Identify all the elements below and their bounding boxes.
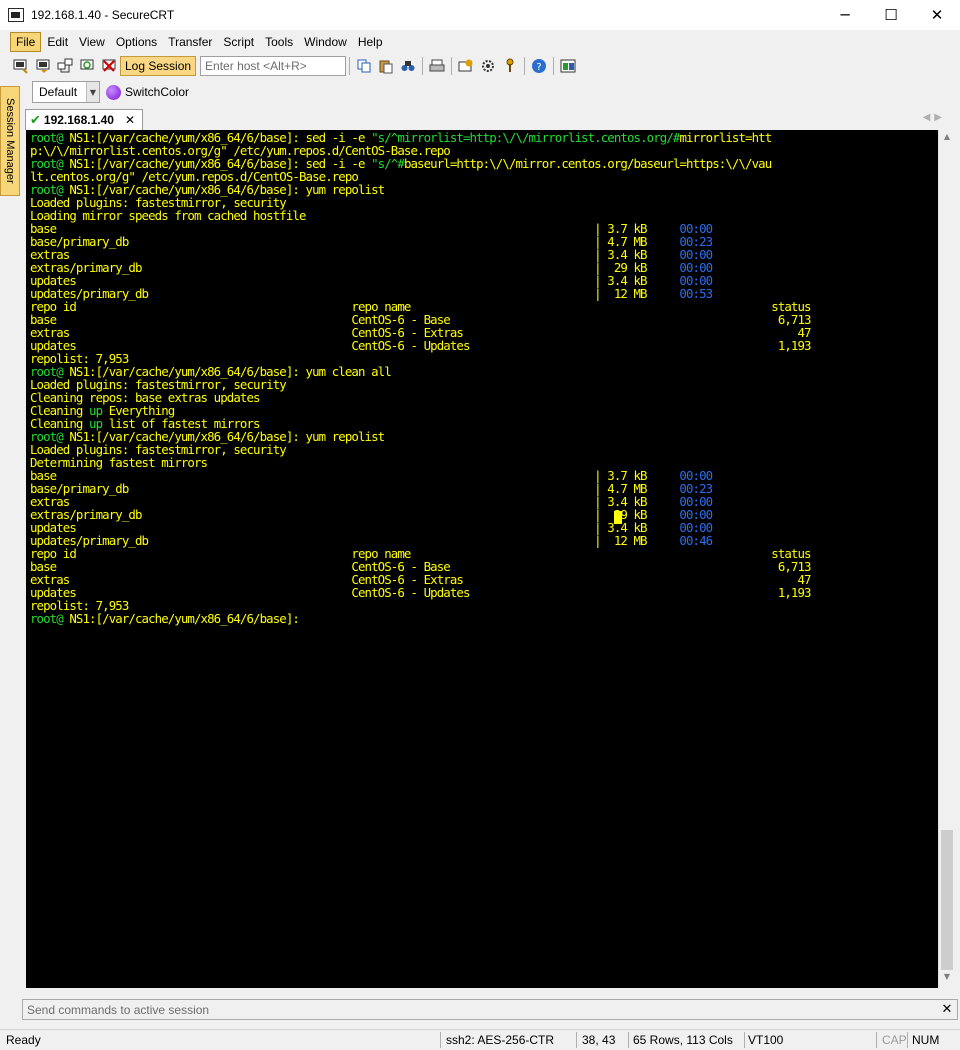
send-commands-input[interactable]: [23, 1000, 937, 1019]
status-divider: [744, 1032, 745, 1048]
window-title: 192.168.1.40 - SecureCRT: [31, 8, 175, 22]
session-options-icon[interactable]: [457, 57, 475, 75]
tab-scroll-arrows-icon[interactable]: ◀▶: [923, 112, 946, 123]
session-manager-label: Session Manager: [4, 98, 16, 184]
status-cursor-position: 38, 43: [582, 1033, 616, 1047]
status-divider: [576, 1032, 577, 1048]
securecrt-app-icon: [8, 8, 24, 22]
main-toolbar: Log Session ?: [0, 53, 960, 79]
reconnect-icon[interactable]: [78, 57, 96, 75]
terminal-line: root@ NS1:[/var/cache/yum/x86_64/6/base]…: [30, 612, 811, 625]
toolbar-separator: [451, 57, 453, 75]
disconnect-icon[interactable]: [100, 57, 118, 75]
button-bar-select-value: Default: [39, 85, 78, 99]
toolbar-separator: [524, 57, 526, 75]
tab-label: 192.168.1.40: [43, 113, 114, 127]
status-num-lock: NUM: [912, 1033, 940, 1047]
securecrt-window: 192.168.1.40 - SecureCRT ─ ☐ ✕ File Edit…: [0, 0, 960, 1050]
menu-file[interactable]: File: [10, 31, 42, 52]
terminal-text-segment: updates CentOS-6 - Updates 1,193: [30, 338, 812, 353]
button-bar-select[interactable]: Default ▼: [32, 81, 100, 103]
menu-edit[interactable]: Edit: [42, 33, 73, 51]
terminal-text-segment: mirrorlist=htt: [679, 130, 772, 145]
toolbar-separator: [349, 57, 351, 75]
help-icon[interactable]: ?: [530, 57, 548, 75]
find-icon[interactable]: [399, 57, 417, 75]
connected-check-icon: ✔: [30, 112, 41, 128]
menu-bar: File Edit View Options Transfer Script T…: [0, 30, 960, 53]
switchcolor-label: SwitchColor: [125, 85, 190, 99]
copy-icon[interactable]: [355, 57, 373, 75]
toolbar-separator: [422, 57, 424, 75]
menu-options[interactable]: Options: [111, 33, 162, 51]
keymap-icon[interactable]: [501, 57, 519, 75]
purple-circle-icon: [106, 84, 121, 100]
status-divider: [628, 1032, 629, 1048]
command-window-close-icon[interactable]: ✕: [937, 1002, 957, 1017]
session-manager-tab[interactable]: Session Manager: [0, 86, 20, 196]
chevron-down-icon[interactable]: ▼: [86, 82, 99, 102]
status-terminal-size: 65 Rows, 113 Cols: [633, 1033, 733, 1047]
terminal-text-segment: NS1:[/var/cache/yum/x86_64/6/base]:: [69, 611, 299, 626]
menu-script[interactable]: Script: [218, 33, 259, 51]
terminal-text-segment: "s/^#: [371, 156, 405, 171]
scroll-down-icon[interactable]: ▼: [939, 972, 955, 986]
tab-close-icon[interactable]: ✕: [125, 113, 135, 127]
title-bar: 192.168.1.40 - SecureCRT ─ ☐ ✕: [0, 0, 960, 30]
status-cipher: ssh2: AES-256-CTR: [446, 1033, 555, 1047]
connect-icon[interactable]: [12, 57, 30, 75]
terminal-text-segment: updates CentOS-6 - Updates 1,193: [30, 585, 812, 600]
connect-in-tab-icon[interactable]: [56, 57, 74, 75]
terminal-screen[interactable]: root@ NS1:[/var/cache/yum/x86_64/6/base]…: [26, 130, 938, 988]
minimize-button[interactable]: ─: [822, 0, 868, 30]
status-ready: Ready: [6, 1033, 41, 1047]
terminal-line: updates CentOS-6 - Updates 1,193: [30, 338, 812, 353]
status-divider: [876, 1032, 877, 1048]
terminal-text-segment: baseurl=http:\/\/mirror.centos.org/baseu…: [403, 156, 772, 171]
menu-view[interactable]: View: [74, 33, 110, 51]
window-controls: ─ ☐ ✕: [822, 0, 960, 30]
log-session-button[interactable]: Log Session: [120, 56, 197, 76]
global-options-icon[interactable]: [479, 57, 497, 75]
status-caps-lock: CAP: [882, 1033, 907, 1047]
scroll-up-icon[interactable]: ▲: [939, 132, 955, 146]
quick-connect-icon[interactable]: [34, 57, 52, 75]
terminal-output: root@ NS1:[/var/cache/yum/x86_64/6/base]…: [30, 130, 812, 625]
paste-icon[interactable]: [377, 57, 395, 75]
status-divider: [907, 1032, 908, 1048]
button-bar: Default ▼ SwitchColor: [30, 79, 960, 105]
menu-transfer[interactable]: Transfer: [163, 33, 217, 51]
status-emulation: VT100: [748, 1033, 784, 1047]
session-tab-strip: ✔ 192.168.1.40 ✕ ◀▶: [22, 108, 960, 130]
menu-window[interactable]: Window: [299, 33, 352, 51]
print-icon[interactable]: [428, 57, 446, 75]
scrollbar-thumb[interactable]: [941, 830, 953, 970]
terminal-scrollbar[interactable]: ▲ ▼: [938, 130, 955, 988]
terminal-line: updates CentOS-6 - Updates 1,193: [30, 585, 812, 600]
status-bar: Ready ssh2: AES-256-CTR 38, 43 65 Rows, …: [0, 1029, 960, 1050]
menu-help[interactable]: Help: [353, 33, 388, 51]
sftp-icon[interactable]: [559, 57, 577, 75]
svg-text:?: ?: [536, 62, 541, 73]
close-button[interactable]: ✕: [914, 0, 960, 30]
terminal-cursor: [614, 511, 622, 524]
menu-tools[interactable]: Tools: [260, 33, 298, 51]
status-divider: [440, 1032, 441, 1048]
command-window: ✕: [22, 999, 958, 1020]
maximize-button[interactable]: ☐: [868, 0, 914, 30]
toolbar-separator: [553, 57, 555, 75]
terminal-text-segment: root@: [30, 611, 70, 626]
tab-192-168-1-40[interactable]: ✔ 192.168.1.40 ✕: [25, 109, 143, 130]
switchcolor-button[interactable]: SwitchColor: [106, 84, 190, 100]
enter-host-input[interactable]: [200, 56, 347, 76]
